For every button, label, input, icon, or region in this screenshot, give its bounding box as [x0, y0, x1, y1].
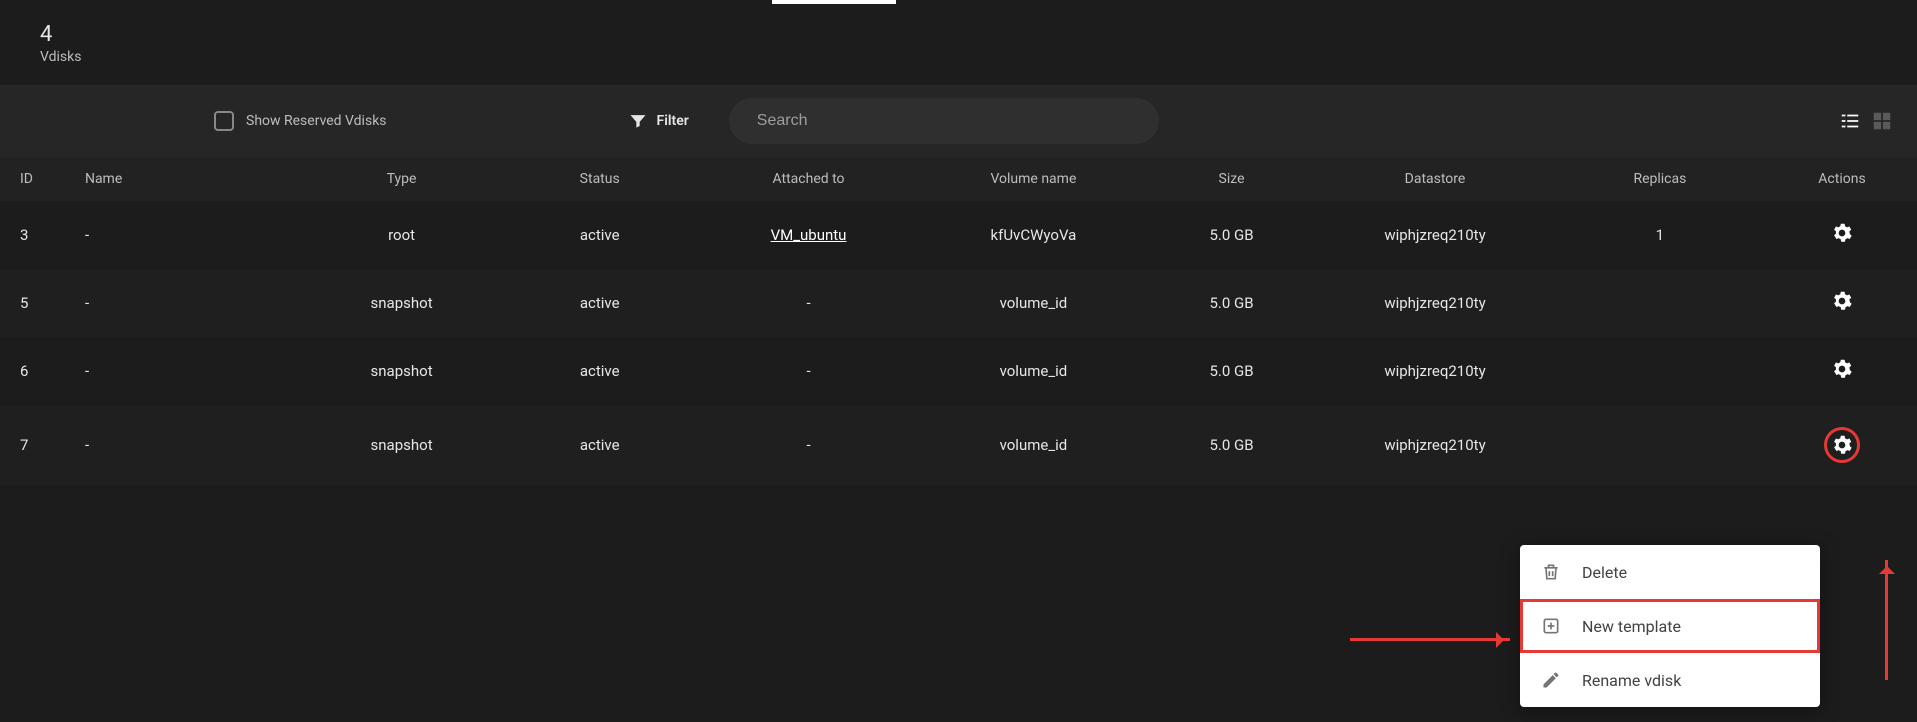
cell-name: -	[75, 269, 300, 337]
summary-label: Vdisks	[40, 49, 1877, 65]
col-size[interactable]: Size	[1146, 157, 1317, 201]
cell-id: 3	[0, 201, 75, 269]
cell-status: active	[503, 201, 696, 269]
cell-volume: volume_id	[921, 405, 1146, 485]
cell-type: root	[300, 201, 503, 269]
cell-attached: -	[696, 269, 921, 337]
summary-count: 4	[40, 22, 1877, 47]
vdisks-table: ID Name Type Status Attached to Volume n…	[0, 157, 1917, 485]
summary: 4 Vdisks	[0, 4, 1917, 85]
col-id[interactable]: ID	[0, 157, 75, 201]
cell-replicas	[1553, 337, 1767, 405]
menu-item-label: New template	[1582, 617, 1681, 636]
menu-item-rename-vdisk[interactable]: Rename vdisk	[1520, 653, 1820, 707]
cell-status: active	[503, 405, 696, 485]
attached-link[interactable]: VM_ubuntu	[771, 226, 847, 244]
cell-volume: volume_id	[921, 337, 1146, 405]
cell-name: -	[75, 337, 300, 405]
cell-datastore: wiphjzreq210ty	[1317, 337, 1553, 405]
cell-datastore: wiphjzreq210ty	[1317, 269, 1553, 337]
gear-icon[interactable]	[1832, 223, 1852, 243]
table-row[interactable]: 3-rootactive VM_ubuntu kfUvCWyoVa5.0 GBwip…	[0, 201, 1917, 269]
table-header-row: ID Name Type Status Attached to Volume n…	[0, 157, 1917, 201]
cell-type: snapshot	[300, 405, 503, 485]
cell-size: 5.0 GB	[1146, 269, 1317, 337]
filter-label: Filter	[657, 113, 689, 129]
cell-size: 5.0 GB	[1146, 337, 1317, 405]
cell-attached: -	[696, 337, 921, 405]
table-row[interactable]: 6-snapshotactive-volume_id5.0 GBwiphjzre…	[0, 337, 1917, 405]
cell-name: -	[75, 201, 300, 269]
cell-status: active	[503, 269, 696, 337]
cell-id: 7	[0, 405, 75, 485]
cell-type: snapshot	[300, 269, 503, 337]
cell-volume: kfUvCWyoVa	[921, 201, 1146, 269]
annotation-arrow-horizontal	[1350, 638, 1510, 641]
cell-attached: -	[696, 405, 921, 485]
filter-button[interactable]: Filter	[627, 110, 689, 132]
cell-replicas	[1553, 269, 1767, 337]
toolbar: Show Reserved Vdisks Filter	[0, 85, 1917, 157]
gear-icon[interactable]	[1832, 291, 1852, 311]
grid-view-icon[interactable]	[1871, 110, 1893, 132]
col-replicas[interactable]: Replicas	[1553, 157, 1767, 201]
list-view-icon[interactable]	[1839, 110, 1861, 132]
col-actions: Actions	[1767, 157, 1917, 201]
cell-status: active	[503, 337, 696, 405]
search-input[interactable]	[755, 111, 1133, 131]
cell-replicas: 1	[1553, 201, 1767, 269]
gear-icon[interactable]	[1832, 359, 1852, 379]
cell-actions	[1767, 337, 1917, 405]
col-volume[interactable]: Volume name	[921, 157, 1146, 201]
menu-item-new-template[interactable]: New template	[1520, 599, 1820, 653]
col-name[interactable]: Name	[75, 157, 300, 201]
cell-actions	[1767, 269, 1917, 337]
trash-icon	[1540, 561, 1562, 583]
menu-item-delete[interactable]: Delete	[1520, 545, 1820, 599]
col-type[interactable]: Type	[300, 157, 503, 201]
menu-item-label: Rename vdisk	[1582, 671, 1681, 690]
cell-actions	[1767, 201, 1917, 269]
cell-id: 5	[0, 269, 75, 337]
table-row[interactable]: 5-snapshotactive-volume_id5.0 GBwiphjzre…	[0, 269, 1917, 337]
cell-attached: VM_ubuntu	[696, 201, 921, 269]
col-datastore[interactable]: Datastore	[1317, 157, 1553, 201]
menu-item-label: Delete	[1582, 563, 1627, 582]
cell-id: 6	[0, 337, 75, 405]
cell-datastore: wiphjzreq210ty	[1317, 201, 1553, 269]
gear-icon[interactable]	[1824, 427, 1860, 463]
annotation-arrow-vertical	[1885, 560, 1888, 680]
cell-replicas	[1553, 405, 1767, 485]
search-field[interactable]	[729, 98, 1159, 144]
pencil-icon	[1540, 669, 1562, 691]
cell-actions	[1767, 405, 1917, 485]
view-toggle	[1839, 110, 1893, 132]
col-status[interactable]: Status	[503, 157, 696, 201]
cell-datastore: wiphjzreq210ty	[1317, 405, 1553, 485]
cell-volume: volume_id	[921, 269, 1146, 337]
cell-type: snapshot	[300, 337, 503, 405]
cell-name: -	[75, 405, 300, 485]
col-attached[interactable]: Attached to	[696, 157, 921, 201]
checkbox-icon	[214, 111, 234, 131]
table-row[interactable]: 7-snapshotactive-volume_id5.0 GBwiphjzre…	[0, 405, 1917, 485]
show-reserved-checkbox[interactable]: Show Reserved Vdisks	[214, 111, 387, 131]
filter-icon	[627, 110, 649, 132]
cell-size: 5.0 GB	[1146, 405, 1317, 485]
show-reserved-label: Show Reserved Vdisks	[246, 113, 387, 129]
actions-menu: Delete New template Rename vdisk	[1520, 545, 1820, 707]
new-icon	[1540, 615, 1562, 637]
cell-size: 5.0 GB	[1146, 201, 1317, 269]
